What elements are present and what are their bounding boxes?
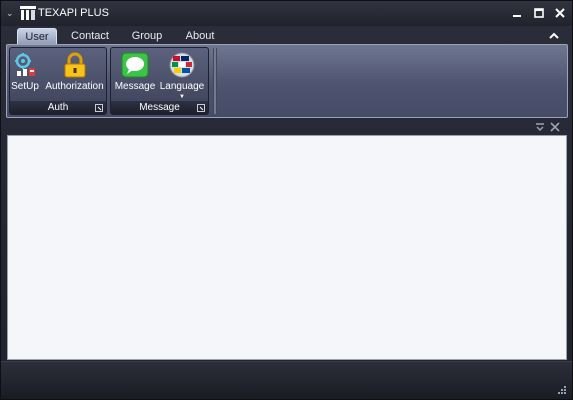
message-bubble-icon — [121, 52, 149, 78]
tab-user[interactable]: User — [17, 28, 57, 45]
message-button-label: Message — [114, 81, 156, 92]
panel-toolbar — [6, 119, 568, 135]
gear-setup-icon — [15, 53, 35, 76]
setup-button-label: SetUp — [11, 81, 39, 92]
setup-button[interactable]: SetUp — [10, 50, 40, 100]
authorization-button-label: Authorization — [45, 81, 104, 92]
language-button-label: Language — [159, 81, 205, 92]
ribbon-group-auth: SetUp Authorization Auth — [9, 47, 107, 115]
group-label-bar: Auth — [10, 101, 106, 114]
dialog-launcher-icon[interactable] — [197, 104, 205, 112]
language-button[interactable]: Language ▼ — [159, 50, 205, 100]
texapi-logo-icon — [20, 6, 36, 20]
pin-icon[interactable] — [534, 121, 546, 133]
tab-group[interactable]: Group — [126, 28, 168, 45]
ribbon-group-message: Message Language ▼ Message — [110, 47, 209, 115]
tab-about[interactable]: About — [179, 28, 221, 45]
ribbon-panel: SetUp Authorization Auth Message Languag… — [6, 44, 568, 118]
group-label-message: Message — [139, 102, 180, 113]
app-title: TEXAPI PLUS — [38, 7, 109, 19]
authorization-button[interactable]: Authorization — [43, 50, 106, 100]
resize-grip-icon[interactable] — [557, 385, 567, 395]
dropdown-caret-icon: ▼ — [179, 94, 185, 100]
minimize-icon[interactable] — [509, 5, 525, 21]
tab-contact[interactable]: Contact — [65, 28, 115, 45]
message-button[interactable]: Message — [113, 50, 157, 100]
dialog-launcher-icon[interactable] — [95, 104, 103, 112]
ribbon-separator — [213, 48, 217, 114]
maximize-icon[interactable] — [531, 5, 547, 21]
flags-globe-icon — [169, 52, 195, 78]
content-area[interactable] — [7, 135, 567, 360]
main-window: ⌄ TEXAPI PLUS User Contact Group About S… — [0, 0, 573, 400]
ribbon-tabstrip: User Contact Group About — [1, 26, 572, 45]
chevron-down-icon[interactable]: ⌄ — [6, 7, 16, 19]
padlock-icon — [64, 52, 86, 78]
title-bar[interactable]: ⌄ TEXAPI PLUS — [1, 1, 572, 26]
close-icon[interactable] — [552, 5, 568, 21]
group-label-bar: Message — [111, 101, 208, 114]
group-label-auth: Auth — [47, 102, 69, 113]
chevron-up-icon[interactable] — [547, 30, 561, 42]
status-bar — [1, 361, 572, 399]
close-icon[interactable] — [549, 121, 561, 133]
